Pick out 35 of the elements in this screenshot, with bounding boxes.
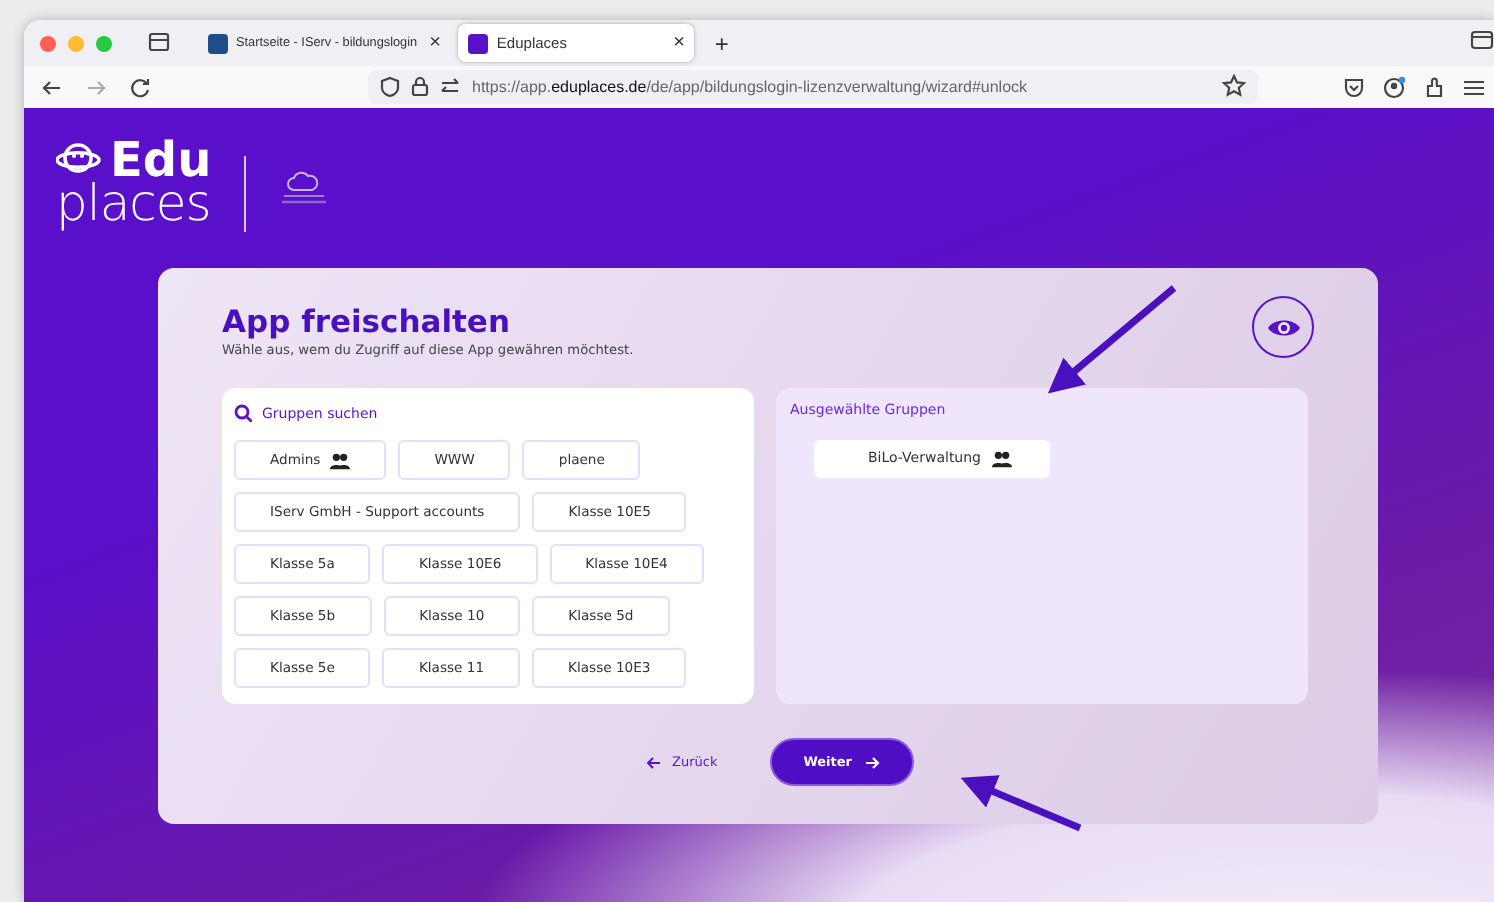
star-icon <box>1222 73 1246 97</box>
tab-overview-icon <box>148 29 170 51</box>
close-window-button[interactable] <box>40 35 56 51</box>
address-bar[interactable]: https://app.eduplaces.de/de/app/bildungslogin-lizenzverwaltung/wizard#unlock <box>368 70 1258 104</box>
url-text: https://app.eduplaces.de/de/app/bildungslogin-lizenzverwaltung/wizard#unlock <box>472 78 1028 96</box>
minimize-window-button[interactable] <box>68 35 84 51</box>
favicon-icon <box>208 33 228 53</box>
arrow-right-icon <box>864 755 880 769</box>
permissions-icon <box>440 76 460 98</box>
planet-icon <box>56 140 102 177</box>
search-icon <box>234 404 252 422</box>
lock-icon <box>410 76 430 98</box>
reload-icon <box>128 75 152 99</box>
logo-text: Edu <box>110 140 212 182</box>
zoom-window-button[interactable] <box>96 35 112 51</box>
group-icon <box>991 449 1012 467</box>
arrow-left-icon <box>646 755 662 769</box>
account-icon <box>1382 75 1406 99</box>
forward-icon <box>84 75 108 99</box>
new-tab-button[interactable]: + <box>714 29 729 57</box>
close-tab-button[interactable]: × <box>429 32 441 54</box>
tab-list-icon <box>1470 27 1494 51</box>
annotation-arrow <box>960 775 1082 832</box>
menu-icon <box>1462 75 1486 99</box>
cloud-logo-icon <box>277 168 330 204</box>
back-icon <box>40 75 64 99</box>
card-title: App freischalten <box>222 304 510 340</box>
favicon-icon <box>468 33 489 53</box>
shield-icon <box>380 76 400 98</box>
extensions-icon <box>1422 75 1446 99</box>
group-icon <box>330 451 351 469</box>
annotation-arrow <box>1047 285 1177 394</box>
close-tab-button[interactable]: × <box>673 32 685 54</box>
pocket-icon <box>1342 75 1366 99</box>
preview-button[interactable] <box>1252 296 1314 358</box>
